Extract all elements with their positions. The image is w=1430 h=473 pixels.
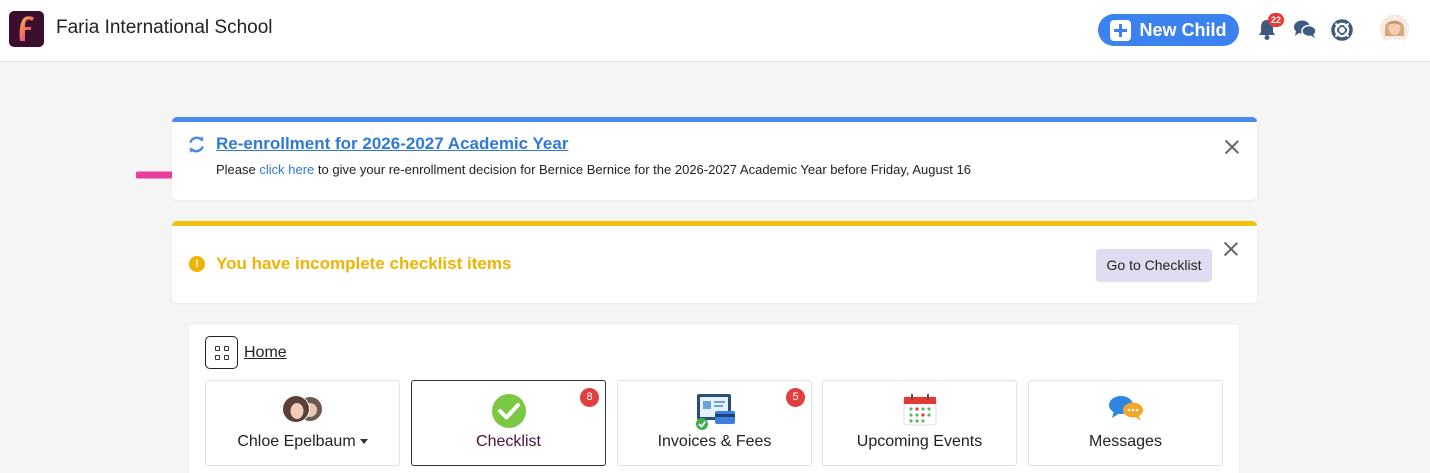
sync-icon <box>189 136 204 153</box>
invoices-fees-tile[interactable]: 5 Invoices & Fees <box>617 380 812 466</box>
invoices-tile-label: Invoices & Fees <box>657 433 772 450</box>
reenrollment-title-link[interactable]: Re-enrollment for 2026-2027 Academic Yea… <box>216 134 568 154</box>
messages-tile-label: Messages <box>1089 433 1162 450</box>
child-selector-tile[interactable]: Chloe Epelbaum <box>205 380 400 466</box>
home-panel: Home Chloe Epelbaum 8 Checklist 5 Invoic… <box>189 325 1239 473</box>
invoices-count-badge: 5 <box>786 388 805 407</box>
help-lifebuoy-icon[interactable] <box>1331 19 1353 41</box>
close-reenrollment-icon[interactable] <box>1224 139 1240 155</box>
checklist-tile-label: Checklist <box>476 433 541 450</box>
reenrollment-text-before: Please <box>216 162 260 177</box>
checklist-alert-card: ! You have incomplete checklist items Go… <box>172 221 1257 303</box>
plus-icon <box>1110 19 1132 41</box>
reenrollment-card: Re-enrollment for 2026-2027 Academic Yea… <box>172 117 1257 200</box>
green-check-icon <box>491 394 526 428</box>
apps-grid-icon[interactable] <box>205 336 238 369</box>
child-selector-label: Chloe Epelbaum <box>206 433 399 451</box>
checklist-tile[interactable]: 8 Checklist <box>411 380 606 466</box>
children-avatars-icon <box>281 395 322 423</box>
checklist-alert-message: You have incomplete checklist items <box>216 254 512 273</box>
school-name: Faria International School <box>56 17 273 38</box>
upcoming-events-tile[interactable]: Upcoming Events <box>822 380 1017 466</box>
messages-tile[interactable]: Messages <box>1028 380 1223 466</box>
notification-count-badge: 22 <box>1268 13 1284 27</box>
school-logo[interactable] <box>9 11 44 47</box>
user-avatar[interactable] <box>1380 14 1409 45</box>
chevron-down-icon <box>359 439 368 445</box>
reenrollment-message: Please click here to give your re-enroll… <box>216 162 971 177</box>
chat-icon[interactable] <box>1293 19 1317 39</box>
close-checklist-alert-icon[interactable] <box>1223 241 1239 257</box>
events-tile-label: Upcoming Events <box>856 433 983 450</box>
top-bar: Faria International School New Child 22 <box>0 0 1430 62</box>
new-child-button[interactable]: New Child <box>1098 14 1239 46</box>
new-child-label: New Child <box>1139 19 1227 40</box>
click-here-link[interactable]: click here <box>259 162 314 177</box>
invoice-icon <box>695 394 735 430</box>
warning-icon: ! <box>189 256 205 272</box>
chat-bubbles-icon <box>1108 396 1143 421</box>
calendar-icon <box>903 394 936 426</box>
breadcrumb-home-link[interactable]: Home <box>244 344 287 362</box>
checklist-count-badge: 8 <box>580 388 599 407</box>
go-to-checklist-button[interactable]: Go to Checklist <box>1096 249 1212 281</box>
reenrollment-text-after: to give your re-enrollment decision for … <box>314 162 971 177</box>
